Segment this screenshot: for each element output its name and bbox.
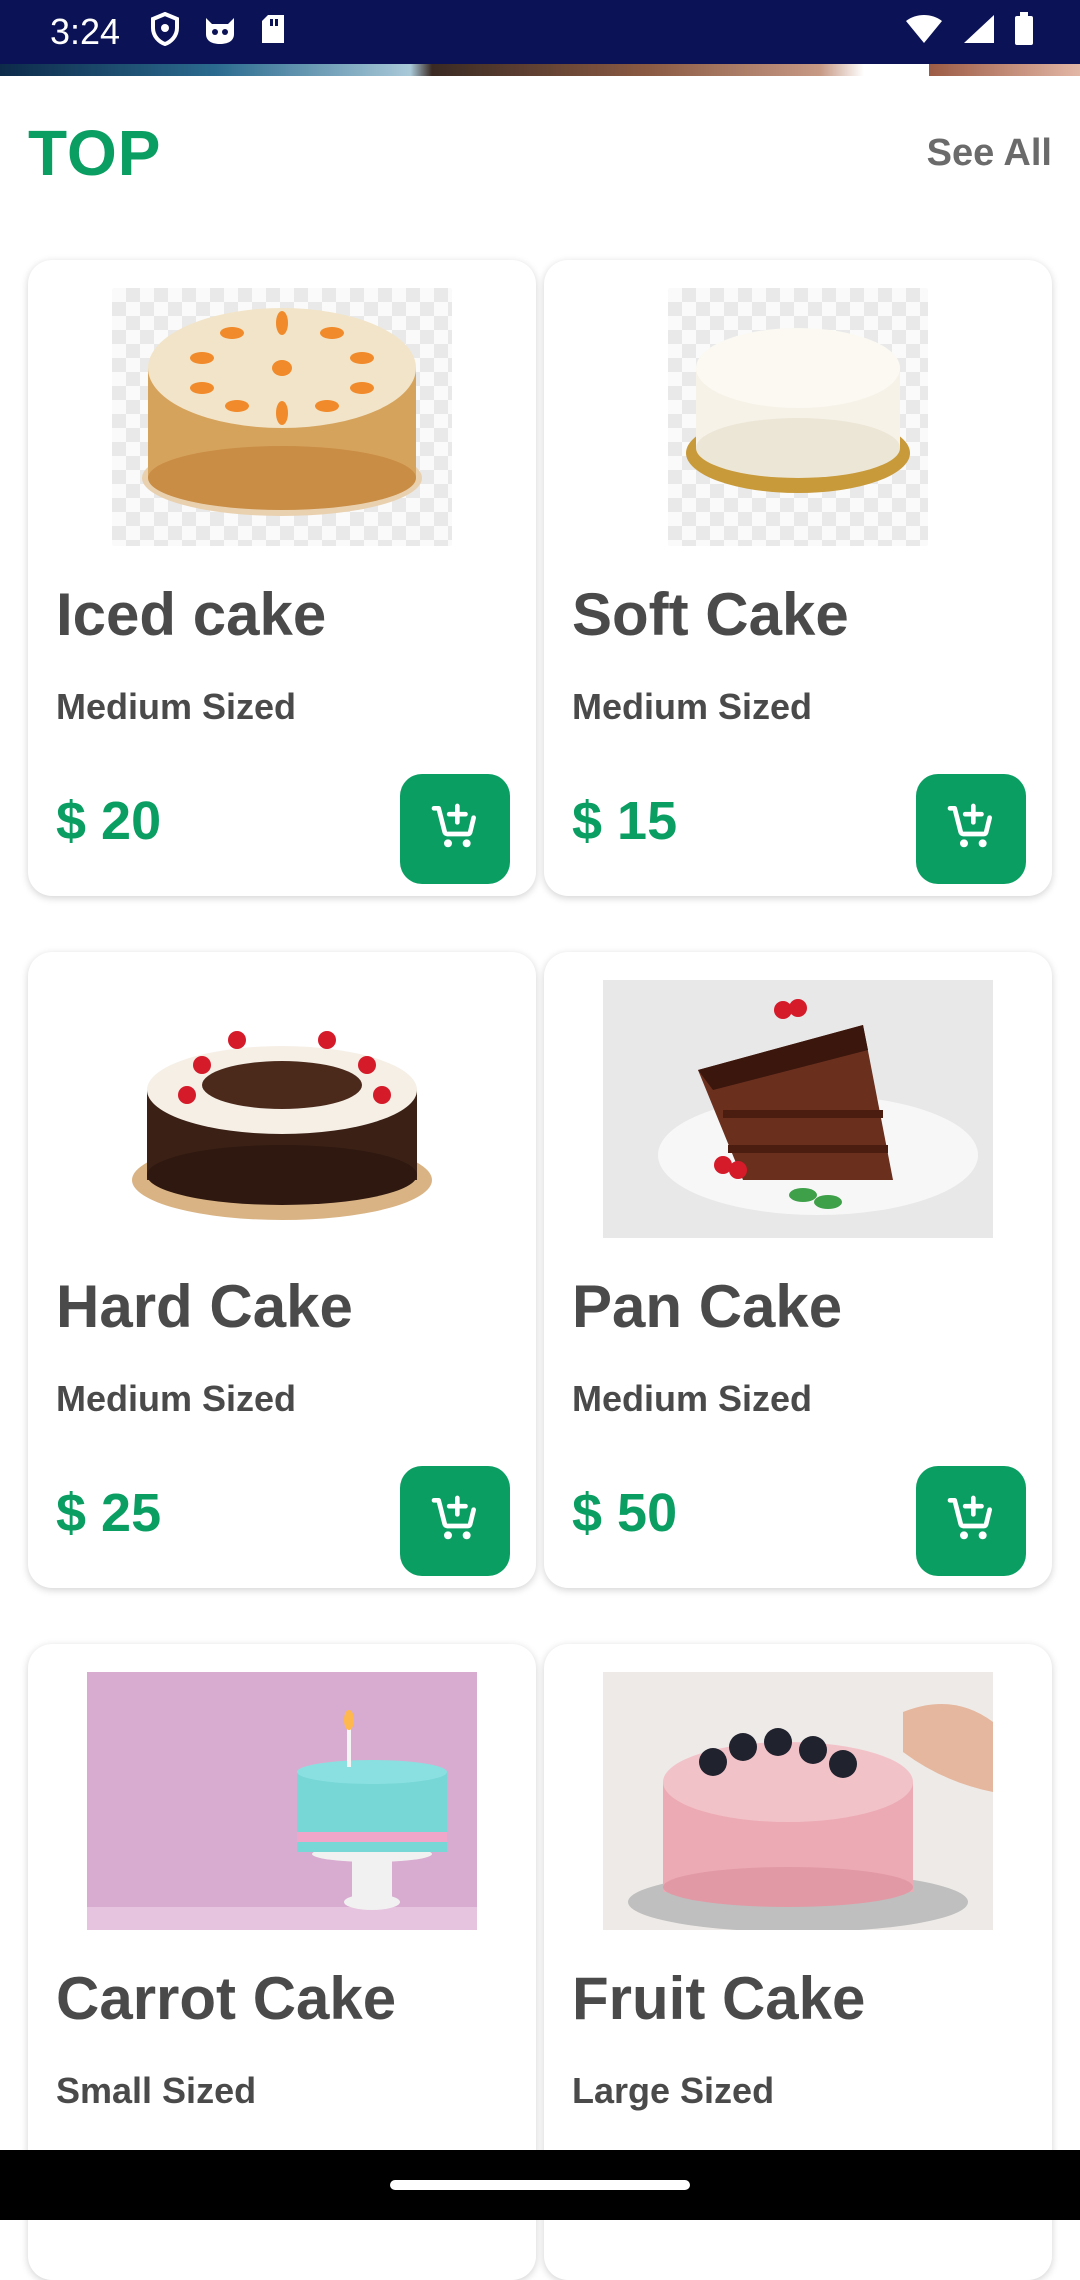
cat-icon	[202, 12, 238, 51]
battery-icon	[1014, 12, 1034, 51]
status-time: 3:24	[50, 11, 121, 52]
product-price: $ 20	[56, 791, 162, 851]
section-header: TOP See All	[0, 76, 1080, 236]
section-title: TOP	[28, 117, 162, 189]
product-name: Iced cake	[56, 581, 327, 648]
add-to-cart-icon	[427, 1491, 483, 1552]
product-name: Hard Cake	[56, 1273, 353, 1340]
product-size: Medium Sized	[572, 686, 813, 727]
product-size: Medium Sized	[56, 1378, 297, 1419]
carrot-cake-image	[112, 288, 452, 546]
add-to-cart-button[interactable]	[916, 774, 1026, 884]
add-to-cart-button[interactable]	[400, 1466, 510, 1576]
banner-image-strip[interactable]	[0, 64, 1080, 76]
product-price: $ 15	[572, 791, 678, 851]
product-name: Fruit Cake	[572, 1965, 866, 2032]
product-size: Large Sized	[572, 2070, 775, 2111]
product-name: Soft Cake	[572, 581, 849, 648]
product-price: $ 25	[56, 1483, 162, 1543]
add-to-cart-icon	[943, 799, 999, 860]
product-size: Small Sized	[56, 2070, 257, 2111]
chocolate-slice-image	[603, 980, 993, 1238]
product-card[interactable]: Iced cake Medium Sized $ 20	[28, 260, 536, 896]
see-all-link[interactable]: See All	[927, 132, 1052, 175]
black-forest-cake-image	[117, 980, 447, 1238]
product-card[interactable]: Hard Cake Medium Sized $ 25	[28, 952, 536, 1588]
white-cake-image	[668, 288, 928, 546]
add-to-cart-icon	[427, 799, 483, 860]
product-size: Medium Sized	[572, 1378, 813, 1419]
product-price: $ 50	[572, 1483, 678, 1543]
signal-icon	[962, 13, 996, 50]
product-size: Medium Sized	[56, 686, 297, 727]
status-icons-right	[904, 12, 1034, 51]
status-icons-left	[150, 11, 286, 51]
home-gesture-handle[interactable]	[390, 2180, 690, 2190]
birthday-cake-image	[87, 1672, 477, 1930]
add-to-cart-icon	[943, 1491, 999, 1552]
product-card[interactable]: Pan Cake Medium Sized $ 50	[544, 952, 1052, 1588]
sd-card-icon	[260, 13, 286, 50]
status-bar: 3:24	[0, 0, 1080, 64]
product-card[interactable]: Soft Cake Medium Sized $ 15	[544, 260, 1052, 896]
add-to-cart-button[interactable]	[916, 1466, 1026, 1576]
pink-cake-image	[603, 1672, 993, 1932]
product-name: Pan Cake	[572, 1273, 843, 1340]
add-to-cart-button[interactable]	[400, 774, 510, 884]
shield-icon	[150, 11, 180, 51]
product-name: Carrot Cake	[56, 1965, 397, 2032]
system-navigation-bar	[0, 2150, 1080, 2220]
wifi-icon	[904, 13, 944, 50]
